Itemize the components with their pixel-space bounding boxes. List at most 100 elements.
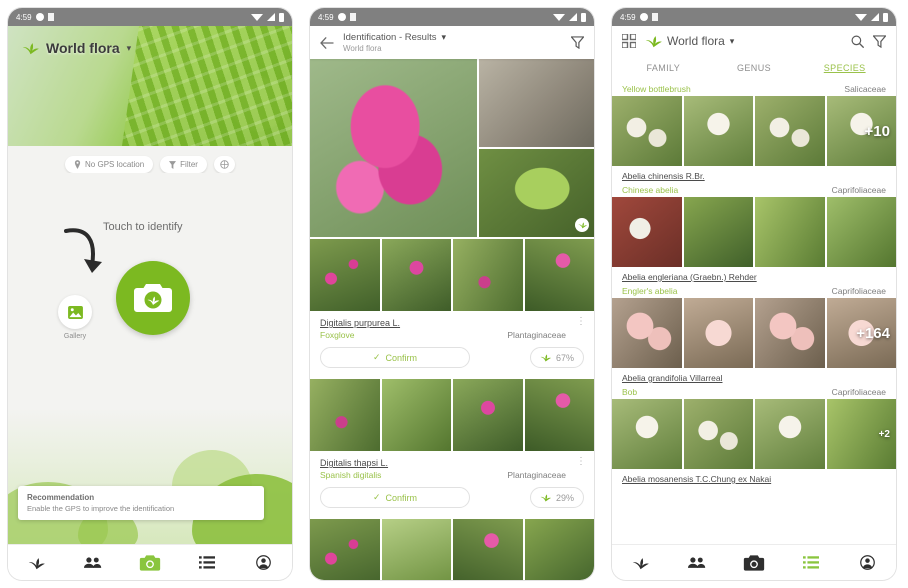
species-thumbnails[interactable]: [612, 197, 896, 267]
confirm-button[interactable]: ✓ Confirm: [320, 487, 470, 508]
thumbnail[interactable]: [381, 239, 451, 311]
nav-item-explore[interactable]: [187, 550, 227, 576]
species-common-name: Bob: [622, 387, 638, 397]
species-scientific-name[interactable]: Abelia chinensis R.Br.: [612, 166, 896, 181]
profile-icon: [256, 555, 271, 570]
thumbnail[interactable]: [524, 239, 594, 311]
wifi-icon: [855, 13, 867, 21]
thumbnail[interactable]: [524, 379, 594, 451]
observation-photos[interactable]: [310, 59, 594, 237]
thumbnail[interactable]: [453, 239, 523, 311]
chevron-down-icon[interactable]: ▾: [441, 32, 446, 43]
results-list[interactable]: ⋮ Digitalis purpurea L. Foxglove Plantag…: [310, 59, 594, 580]
photo-flower-main[interactable]: [310, 59, 477, 237]
thumbnail[interactable]: [310, 379, 380, 451]
species-scientific-name[interactable]: Digitalis thapsi L.: [320, 458, 584, 468]
nav-item-profile[interactable]: [244, 550, 284, 576]
leaf-icon: [540, 494, 551, 502]
app-title-row[interactable]: World flora ▾: [22, 40, 131, 56]
result-thumbnails[interactable]: [310, 239, 594, 311]
tab-genus[interactable]: GENUS: [709, 58, 800, 80]
confirm-button[interactable]: ✓ Confirm: [320, 347, 470, 368]
hero-banner: World flora ▾: [8, 26, 292, 146]
app-title-row[interactable]: World flora ▾: [645, 34, 842, 48]
nav-item-identify[interactable]: [734, 550, 774, 576]
species-scientific-name[interactable]: Abelia grandifolia Villarreal: [612, 368, 896, 383]
gallery-button[interactable]: [58, 295, 92, 329]
results-title-block[interactable]: Identification - Results ▾ World flora: [343, 32, 562, 53]
chevron-down-icon[interactable]: ▾: [730, 36, 735, 47]
more-photos-badge[interactable]: +10: [827, 96, 897, 166]
species-family: Caprifoliaceae: [831, 286, 886, 296]
thumbnail[interactable]: [683, 298, 753, 368]
result-thumbnails[interactable]: [310, 379, 594, 451]
thumbnail[interactable]: [612, 399, 682, 469]
thumbnail[interactable]: [826, 197, 896, 267]
result-thumbnails[interactable]: [310, 519, 594, 580]
thumbnail[interactable]: [612, 197, 682, 267]
result-card[interactable]: ⋮ Digitalis purpurea L. Foxglove Plantag…: [310, 311, 594, 377]
species-thumbnails[interactable]: +164: [612, 298, 896, 368]
species-thumbnails[interactable]: +2: [612, 399, 896, 469]
thumbnail[interactable]: [755, 197, 825, 267]
thumbnail[interactable]: [683, 96, 753, 166]
thumbnail[interactable]: +10: [826, 96, 897, 166]
thumbnail[interactable]: [612, 96, 682, 166]
chip-filter[interactable]: Filter: [160, 156, 207, 173]
filter-icon[interactable]: [571, 36, 584, 49]
thumbnail[interactable]: [612, 298, 682, 368]
more-photos-badge[interactable]: +2: [827, 399, 897, 469]
thumbnail[interactable]: [755, 298, 825, 368]
species-scientific-name[interactable]: Abelia mosanensis T.C.Chung ex Nakai: [612, 469, 896, 484]
overflow-menu-icon[interactable]: ⋮: [576, 317, 586, 327]
species-scientific-name[interactable]: Abelia engleriana (Graebn.) Rehder: [612, 267, 896, 282]
nav-item-plants[interactable]: [620, 550, 660, 576]
species-family: Plantaginaceae: [507, 470, 566, 480]
thumbnail[interactable]: [683, 197, 753, 267]
nav-item-community[interactable]: [677, 550, 717, 576]
species-thumbnails[interactable]: +10: [612, 96, 896, 166]
gallery-control[interactable]: Gallery: [52, 295, 98, 340]
tab-family[interactable]: FAMILY: [618, 58, 709, 80]
thumbnail[interactable]: [310, 239, 380, 311]
nav-item-community[interactable]: [73, 550, 113, 576]
chip-globe[interactable]: [213, 156, 235, 173]
species-family: Plantaginaceae: [507, 330, 566, 340]
thumbnail[interactable]: [524, 519, 594, 580]
nav-item-plants[interactable]: [16, 550, 56, 576]
thumbnail[interactable]: +164: [826, 298, 897, 368]
thumbnail[interactable]: [755, 399, 825, 469]
tab-species[interactable]: SPECIES: [799, 58, 890, 80]
thumbnail[interactable]: [755, 96, 825, 166]
decorative-foliage: Recommendation Enable the GPS to improve…: [8, 409, 292, 544]
battery-icon: [279, 12, 284, 22]
photo-leaf[interactable]: [478, 149, 594, 237]
grid-view-icon[interactable]: [622, 34, 636, 48]
thumbnail[interactable]: [453, 519, 523, 580]
chip-no-gps-location[interactable]: No GPS location: [65, 156, 154, 173]
back-arrow-icon[interactable]: [320, 36, 334, 49]
results-title: Identification - Results: [343, 32, 437, 43]
filter-icon[interactable]: [873, 34, 886, 48]
thumbnail[interactable]: [381, 519, 451, 580]
photo-stem[interactable]: [478, 59, 594, 147]
thumbnail[interactable]: [453, 379, 523, 451]
thumbnail[interactable]: [683, 399, 753, 469]
species-scientific-name[interactable]: Digitalis purpurea L.: [320, 318, 584, 328]
thumbnail[interactable]: +2: [826, 399, 897, 469]
nav-item-profile[interactable]: [848, 550, 888, 576]
result-card[interactable]: ⋮ Digitalis thapsi L. Spanish digitalis …: [310, 451, 594, 517]
camera-shutter-button[interactable]: [116, 261, 190, 335]
search-icon[interactable]: [851, 35, 864, 48]
thumbnail[interactable]: [310, 519, 380, 580]
more-photos-badge[interactable]: +164: [827, 298, 897, 368]
chevron-down-icon[interactable]: ▾: [127, 43, 132, 54]
recommendation-toast[interactable]: Recommendation Enable the GPS to improve…: [18, 486, 264, 520]
nav-item-explore[interactable]: [791, 550, 831, 576]
species-list[interactable]: Yellow bottlebrush Salicaceae +10 Abelia…: [612, 80, 896, 544]
leaf-organ-badge: [575, 218, 589, 232]
overflow-menu-icon[interactable]: ⋮: [576, 457, 586, 467]
fern-photo: [122, 26, 292, 146]
thumbnail[interactable]: [381, 379, 451, 451]
nav-item-identify[interactable]: [130, 550, 170, 576]
